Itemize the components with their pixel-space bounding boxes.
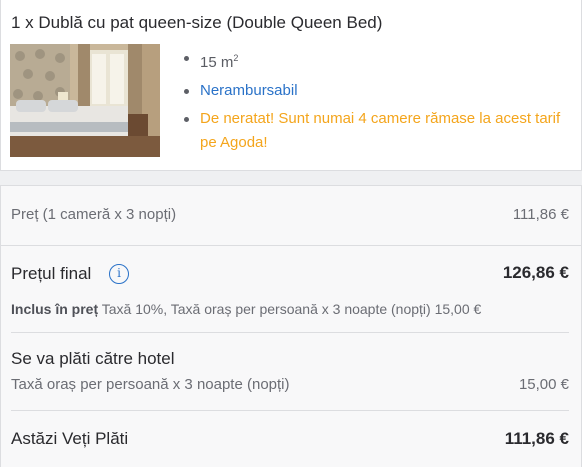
price-breakdown-card: Preț (1 cameră x 3 nopți) 111,86 € Prețu… [0,185,582,467]
base-price-label: Preț (1 cameră x 3 nopți) [11,206,177,223]
room-size-unit: 2 [233,53,239,63]
final-price-amount: 126,86 € [502,263,569,282]
pay-today-label: Astăzi Veți Plăti [11,429,129,448]
refund-policy-text: Nerambursabil [200,82,298,99]
divider [11,410,569,411]
base-price-row: Preț (1 cameră x 3 nopți) 111,86 € [1,186,581,246]
info-icon[interactable]: i [109,264,129,284]
included-taxes-text: Taxă 10%, Taxă oraș per persoană x 3 noa… [98,301,482,317]
final-price-label: Prețul final [11,264,92,283]
refund-policy-link[interactable]: Nerambursabil [183,79,563,103]
room-size-text: 15 m [200,54,234,71]
room-features-list: 15 m2 Nerambursabil De neratat! Sunt num… [183,46,563,159]
room-photo[interactable] [10,44,160,157]
included-taxes-line: Inclus în preț Taxă 10%, Taxă oraș per p… [11,301,481,317]
room-photo-image [10,44,160,157]
availability-warning: De neratat! Sunt numai 4 camere rămase l… [183,107,563,155]
divider [11,332,569,333]
pay-today-amount: 111,86 € [504,429,569,448]
pay-at-hotel-amount: 15,00 € [518,376,569,393]
availability-warning-text: De neratat! Sunt numai 4 camere rămase l… [200,110,561,151]
room-size-item: 15 m2 [183,46,563,75]
room-title: 1 x Dublă cu pat queen-size (Double Quee… [11,13,383,32]
room-card: 1 x Dublă cu pat queen-size (Double Quee… [0,0,582,171]
included-taxes-label: Inclus în preț [11,301,99,317]
base-price-amount: 111,86 € [512,206,569,223]
pay-at-hotel-description: Taxă oraș per persoană x 3 noapte (nopți… [11,376,290,393]
pay-at-hotel-title: Se va plăti către hotel [11,349,175,368]
